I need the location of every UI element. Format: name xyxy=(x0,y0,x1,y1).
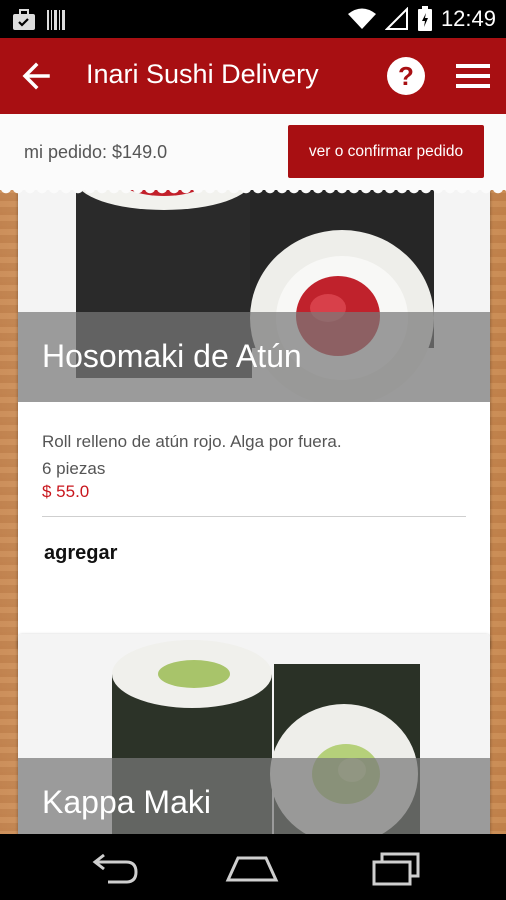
status-clock: 12:49 xyxy=(440,6,496,31)
navigation-bar xyxy=(0,834,506,900)
app-title: Inari Sushi Delivery xyxy=(86,59,319,89)
item-title: Kappa Maki xyxy=(42,784,211,820)
help-icon: ? xyxy=(387,57,425,95)
nav-back-button[interactable] xyxy=(84,850,144,886)
item-price: $ 55.0 xyxy=(42,482,90,501)
back-button[interactable] xyxy=(18,58,58,94)
svg-text:?: ? xyxy=(398,61,414,91)
nav-recents-button[interactable] xyxy=(366,850,426,886)
barcode-notification-icon xyxy=(47,10,65,30)
item-title-band: Hosomaki de Atún xyxy=(18,312,490,402)
item-pieces: 6 piezas xyxy=(42,459,106,478)
status-bar: 12:49 xyxy=(0,0,506,38)
order-total: mi pedido: $149.0 xyxy=(24,142,168,162)
battery-charging-icon xyxy=(417,6,432,31)
recents-nav-icon xyxy=(372,852,420,886)
hamburger-menu-icon xyxy=(456,64,490,88)
item-title: Hosomaki de Atún xyxy=(42,338,302,374)
order-bar: mi pedido: $149.0 ver o confirmar pedido xyxy=(0,114,506,196)
menu-item-card: Kappa Maki xyxy=(18,634,490,834)
help-button[interactable]: ? xyxy=(386,56,426,96)
signal-icon xyxy=(384,7,408,30)
menu-button[interactable] xyxy=(455,60,491,92)
menu-content[interactable]: mi pedido: $149.0 ver o confirmar pedido… xyxy=(0,114,506,834)
item-description: Roll relleno de atún rojo. Alga por fuer… xyxy=(42,428,472,482)
action-bar: Inari Sushi Delivery ? xyxy=(0,38,506,114)
briefcase-notification-icon xyxy=(13,9,35,30)
menu-item-card: Hosomaki de Atún Roll relleno de atún ro… xyxy=(18,168,490,650)
back-arrow-icon xyxy=(22,62,50,90)
item-description-text: Roll relleno de atún rojo. Alga por fuer… xyxy=(42,432,342,451)
nav-home-button[interactable] xyxy=(222,850,282,886)
home-nav-icon xyxy=(225,856,279,882)
add-to-order-button[interactable]: agregar xyxy=(44,542,117,565)
item-title-band: Kappa Maki xyxy=(18,758,490,834)
confirm-order-button[interactable]: ver o confirmar pedido xyxy=(288,125,484,178)
card-divider xyxy=(42,516,466,517)
back-nav-icon xyxy=(92,853,138,884)
wifi-icon xyxy=(347,8,376,29)
